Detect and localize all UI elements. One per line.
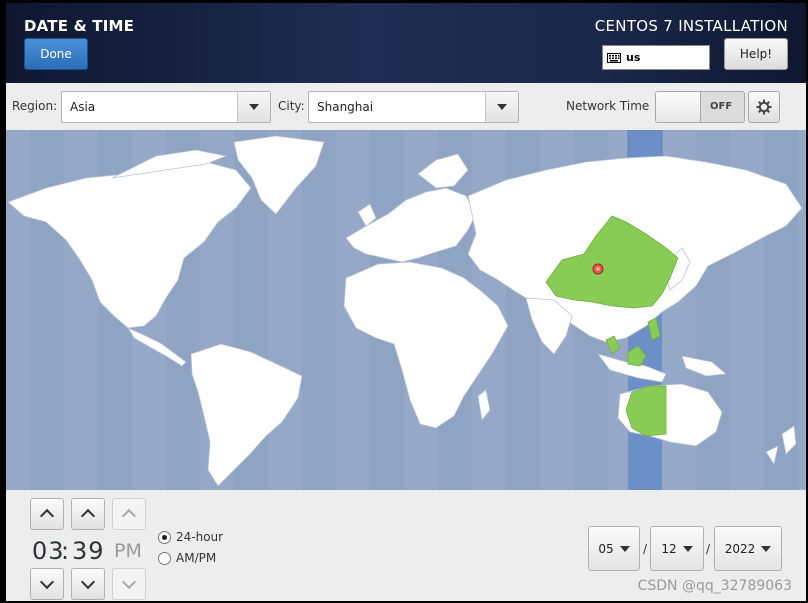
date-separator: / [706, 542, 711, 556]
hours-down-button[interactable] [30, 568, 64, 600]
header-bar: DATE & TIME Done CENTOS 7 INSTALLATION u… [6, 3, 806, 83]
installation-title: CENTOS 7 INSTALLATION [594, 17, 788, 35]
date-separator: / [643, 542, 648, 556]
year-value: 2022 [724, 541, 756, 556]
world-map-graphic[interactable] [6, 130, 806, 490]
keyboard-layout-label: us [626, 51, 641, 64]
watermark-text: CSDN @qq_32789063 [637, 578, 792, 594]
radio-button[interactable] [158, 551, 171, 565]
timezone-map[interactable] [6, 130, 806, 490]
minutes-down-button[interactable] [71, 568, 105, 600]
city-label: City: [278, 99, 305, 113]
switch-knob[interactable] [656, 92, 701, 122]
done-button[interactable]: Done [24, 38, 88, 70]
chevron-up-icon [80, 508, 96, 524]
chevron-down-icon [497, 104, 507, 110]
time-separator: : [61, 537, 71, 565]
format-24-hour-option[interactable]: 24-hour [158, 530, 223, 544]
format-ampm-option[interactable]: AM/PM [158, 551, 216, 565]
switch-state-label: OFF [710, 101, 733, 112]
format-ampm-label: AM/PM [176, 551, 217, 565]
city-dropdown-arrow[interactable] [485, 92, 518, 122]
chevron-down-icon [761, 545, 772, 552]
hours-up-button[interactable] [30, 498, 64, 530]
region-value: Asia [70, 100, 96, 114]
ampm-up-button[interactable] [112, 498, 146, 530]
help-button[interactable]: Help! [724, 38, 788, 70]
month-selector[interactable]: 05 [588, 526, 640, 571]
keyboard-icon [607, 52, 621, 63]
minutes-up-button[interactable] [71, 498, 105, 530]
chevron-down-icon [121, 574, 137, 590]
year-selector[interactable]: 2022 [714, 526, 782, 571]
city-combo[interactable]: Shanghai [308, 91, 519, 123]
location-marker-icon[interactable] [592, 263, 604, 275]
day-value: 12 [661, 541, 677, 556]
region-dropdown-arrow[interactable] [237, 92, 270, 122]
ampm-down-button[interactable] [112, 568, 146, 600]
hours-display: 03 [32, 537, 65, 565]
chevron-down-icon [249, 104, 259, 110]
ntp-settings-button[interactable] [748, 91, 780, 123]
day-selector[interactable]: 12 [650, 526, 704, 571]
month-value: 05 [598, 541, 614, 556]
region-combo[interactable]: Asia [61, 91, 271, 123]
format-24-hour-label: 24-hour [176, 530, 224, 544]
network-time-switch[interactable]: OFF [655, 91, 745, 123]
chevron-up-icon [121, 508, 137, 524]
city-value: Shanghai [317, 100, 374, 114]
page-title: DATE & TIME [24, 17, 135, 35]
chevron-down-icon [80, 574, 96, 590]
region-city-bar: Region: Asia City: Shanghai Network Time… [6, 83, 806, 131]
network-time-label: Network Time [566, 99, 650, 113]
gear-icon [756, 99, 772, 115]
chevron-up-icon [39, 508, 55, 524]
radio-button-selected[interactable] [158, 530, 171, 544]
installer-window: DATE & TIME Done CENTOS 7 INSTALLATION u… [6, 3, 806, 601]
chevron-down-icon [682, 545, 693, 552]
keyboard-layout-indicator[interactable]: us [602, 45, 710, 70]
time-date-controls: 03 : 39 PM 24-hour AM/PM 05 / 12 / 2022 … [6, 490, 806, 601]
region-label: Region: [12, 99, 58, 113]
chevron-down-icon [39, 574, 55, 590]
minutes-display: 39 [72, 537, 105, 565]
chevron-down-icon [619, 545, 630, 552]
ampm-display: PM [114, 540, 142, 562]
